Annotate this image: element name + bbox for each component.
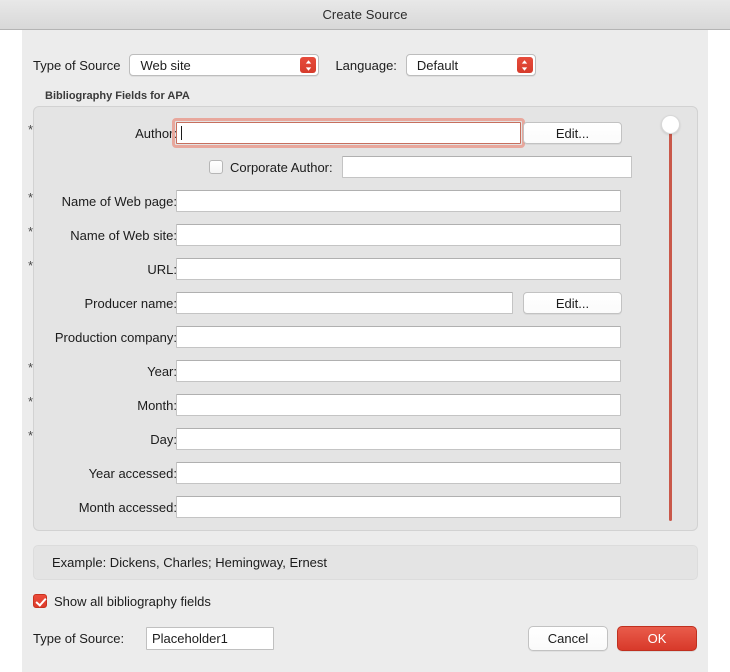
corporate-author-label: Corporate Author: — [230, 159, 333, 175]
edit-button[interactable]: Edit... — [523, 122, 622, 144]
type-of-source-dropdown[interactable]: Web site — [129, 54, 320, 76]
field-row: * Author: Edit... — [0, 118, 730, 148]
field-label: Month: — [137, 397, 177, 413]
show-all-fields-label: Show all bibliography fields — [54, 593, 211, 609]
field-input[interactable] — [176, 326, 621, 348]
field-row: Month accessed: — [0, 496, 730, 518]
vertical-scrollbar-thumb[interactable] — [661, 115, 680, 134]
field-input[interactable] — [176, 224, 621, 246]
tag-name-label: Type of Source: — [33, 631, 125, 646]
dialog-titlebar: Create Source — [0, 0, 730, 30]
field-label: Year accessed: — [88, 465, 177, 481]
field-input[interactable] — [176, 462, 621, 484]
field-input[interactable] — [176, 496, 621, 518]
chevron-updown-icon — [516, 57, 533, 73]
type-of-source-value: Web site — [140, 57, 191, 73]
language-label: Language: — [335, 57, 397, 73]
field-input[interactable] — [176, 428, 621, 450]
field-input-author[interactable] — [176, 122, 521, 144]
type-of-source-label: Type of Source — [33, 57, 121, 73]
language-dropdown[interactable]: Default — [405, 54, 536, 76]
chevron-updown-icon — [300, 57, 317, 73]
example-box: Example: Dickens, Charles; Hemingway, Er… — [33, 545, 698, 580]
field-row: * Year: — [0, 360, 730, 382]
field-input[interactable] — [176, 292, 513, 314]
field-label: Day: — [150, 431, 177, 447]
field-row: Production company: — [0, 326, 730, 348]
top-controls-row: Type of Source Web site Language: Defaul… — [33, 52, 536, 78]
dialog-title: Create Source — [322, 7, 408, 22]
field-label: URL: — [147, 261, 177, 277]
tag-name-input[interactable] — [146, 627, 274, 650]
cancel-button[interactable]: Cancel — [528, 626, 608, 651]
field-label: Month accessed: — [78, 499, 177, 515]
field-row: Producer name: Edit... — [0, 292, 730, 314]
field-label: Name of Web page: — [61, 193, 177, 209]
corporate-author-input[interactable] — [341, 156, 632, 178]
field-row: * Name of Web page: — [0, 190, 730, 212]
language-value: Default — [416, 57, 459, 73]
show-all-fields-checkbox[interactable] — [33, 594, 47, 608]
field-input[interactable] — [176, 360, 621, 382]
ok-button[interactable]: OK — [617, 626, 697, 651]
field-input[interactable] — [176, 190, 621, 212]
edit-button[interactable]: Edit... — [523, 292, 622, 314]
field-row: * URL: — [0, 258, 730, 280]
field-input[interactable] — [176, 394, 621, 416]
create-source-dialog: Create Source Type of Source Web site La… — [0, 0, 730, 672]
bibliography-fields-heading: Bibliography Fields for APA — [45, 90, 190, 102]
field-label: Author: — [135, 125, 177, 141]
example-text: Example: Dickens, Charles; Hemingway, Er… — [52, 555, 328, 570]
field-row: * Name of Web site: — [0, 224, 730, 246]
field-label: Name of Web site: — [70, 227, 177, 243]
field-label: Year: — [147, 363, 177, 379]
field-row: * Month: — [0, 394, 730, 416]
text-caret — [181, 126, 182, 140]
vertical-scrollbar-track[interactable] — [669, 133, 672, 521]
field-row: * Day: — [0, 428, 730, 450]
field-row: Year accessed: — [0, 462, 730, 484]
field-label: Production company: — [54, 329, 177, 345]
field-input[interactable] — [176, 258, 621, 280]
corporate-author-row: Corporate Author: — [209, 156, 632, 178]
show-all-fields-row[interactable]: Show all bibliography fields — [33, 592, 211, 610]
field-label: Producer name: — [84, 295, 178, 311]
corporate-author-checkbox[interactable] — [209, 160, 223, 174]
